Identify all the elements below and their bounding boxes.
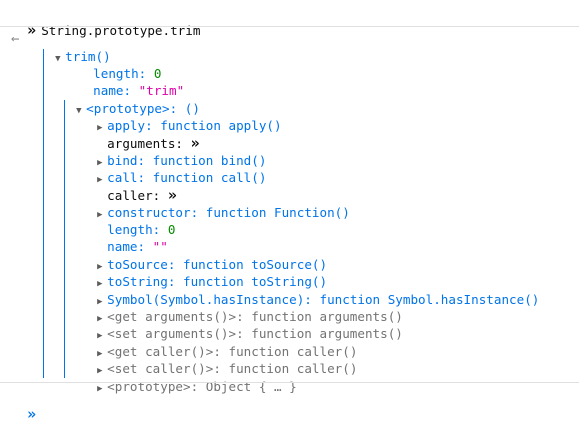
member-tostring[interactable]: ▶ toString: function toString() — [82, 256, 327, 289]
member-call[interactable]: ▶ call: function call() — [82, 152, 266, 185]
member-name: name: "" — [107, 239, 168, 255]
expanded-arrow-icon[interactable]: ▼ — [55, 51, 65, 68]
prop-name: name: "trim" — [93, 83, 185, 99]
object-root[interactable]: ▼ trim() — [40, 31, 111, 64]
member-prototype[interactable]: ▶ <prototype>: Object { … } — [82, 361, 297, 394]
member-constructor[interactable]: ▶ constructor: function Function() — [82, 187, 350, 220]
member-tosource[interactable]: ▶ toSource: function toSource() — [82, 239, 327, 272]
console-prompt[interactable]: » — [12, 389, 477, 423]
separator — [0, 26, 579, 27]
console-input[interactable] — [27, 424, 477, 440]
member-get-caller[interactable]: ▶ <get caller()>: function caller() — [82, 326, 357, 359]
member-bind[interactable]: ▶ bind: function bind() — [82, 135, 266, 168]
member-set-arguments[interactable]: ▶ <set arguments()>: function arguments() — [82, 308, 403, 341]
member-hasinstance[interactable]: ▶ Symbol(Symbol.hasInstance): function Sy… — [82, 274, 539, 307]
prop-length: length: 0 — [93, 66, 162, 82]
tree-guide-line — [43, 49, 44, 378]
member-caller[interactable]: caller: » — [82, 170, 177, 204]
input-chevron-icon: » — [27, 21, 36, 40]
prototype-node[interactable]: ▼ <prototype>: () — [61, 83, 200, 116]
member-length: length: 0 — [107, 222, 176, 238]
back-arrow-icon: ← — [11, 31, 20, 47]
tree-guide-line — [64, 100, 65, 378]
member-arguments[interactable]: arguments: » — [82, 118, 199, 152]
member-get-arguments[interactable]: ▶ <get arguments()>: function arguments() — [82, 291, 403, 324]
separator — [0, 382, 579, 383]
input-line: » String.prototype.trim — [12, 5, 200, 39]
member-set-caller[interactable]: ▶ <set caller()>: function caller() — [82, 343, 357, 376]
prompt-chevron-icon: » — [27, 405, 36, 424]
member-apply[interactable]: ▶ apply: function apply() — [82, 100, 281, 133]
